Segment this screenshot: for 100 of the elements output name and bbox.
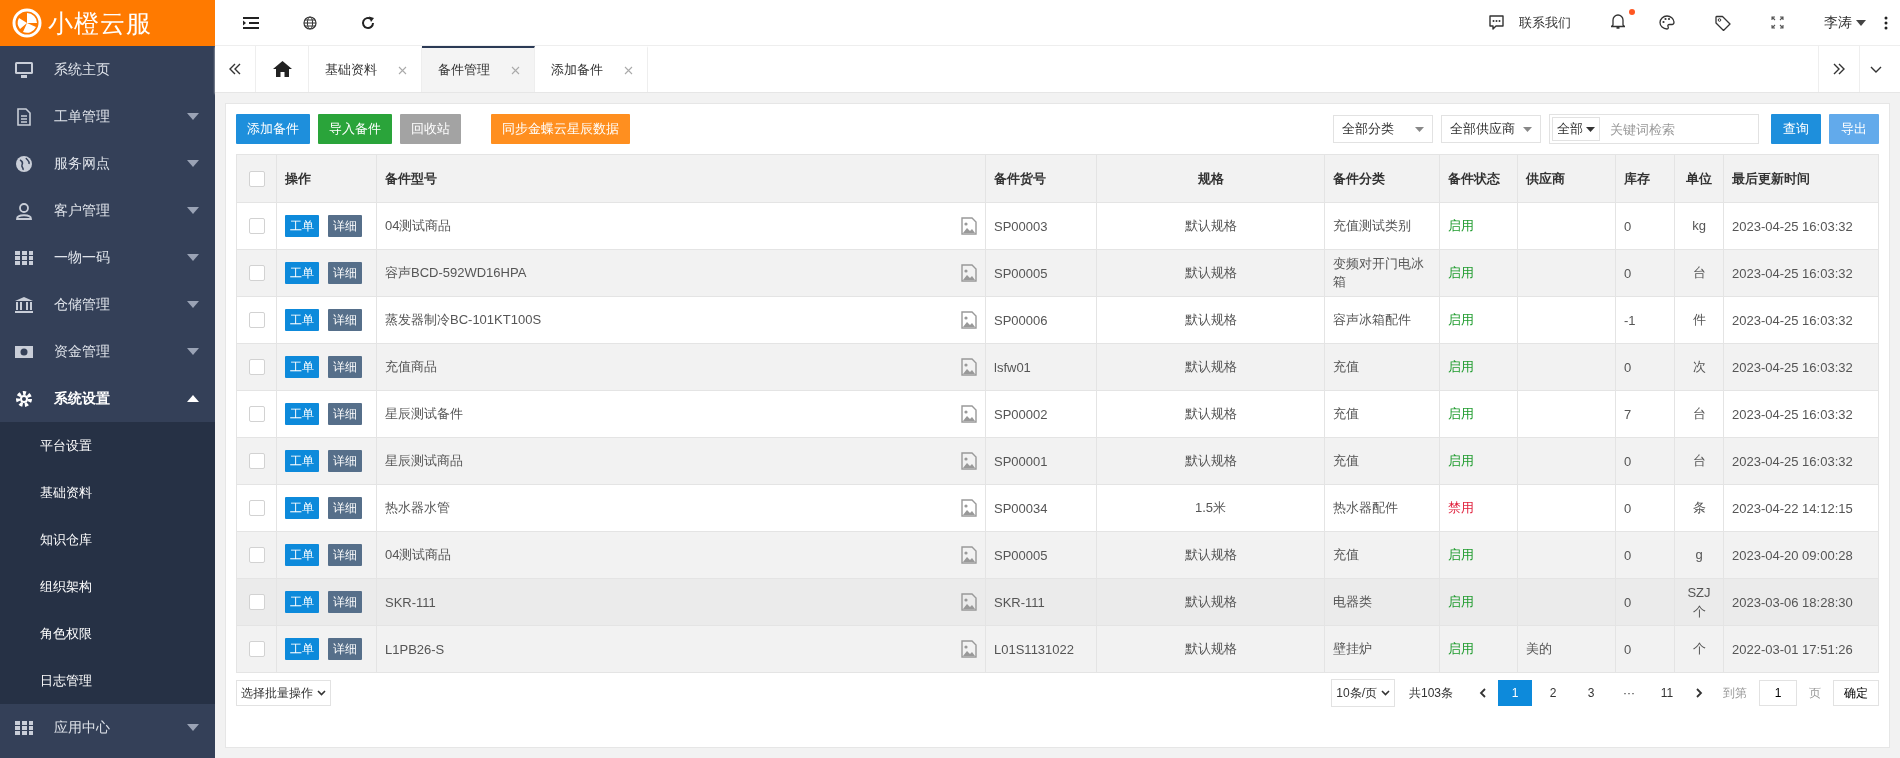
- sidebar-subitem[interactable]: 角色权限: [0, 610, 215, 657]
- table-cell: 04测试商品: [385, 546, 452, 564]
- chevron-left-icon[interactable]: [1479, 688, 1486, 698]
- confirm-button[interactable]: 确定: [1833, 680, 1879, 706]
- table-row[interactable]: 工单 详细 04测试商品 SP00003 默认规格 充值测试类别 启用 0 kg 2023-04-25 16:03:32: [236, 202, 1879, 250]
- notification-icon[interactable]: [1611, 13, 1625, 29]
- image-icon[interactable]: [961, 311, 977, 329]
- checkbox[interactable]: [248, 406, 265, 423]
- tab[interactable]: 添加备件: [535, 46, 648, 92]
- globe-icon[interactable]: [303, 15, 317, 30]
- scope-dropdown[interactable]: 全部: [1552, 117, 1600, 141]
- tab[interactable]: 备件管理: [422, 46, 535, 92]
- checkbox[interactable]: [248, 265, 265, 282]
- action-button[interactable]: 详细: [328, 497, 362, 519]
- search-field[interactable]: 全部 关键词检索: [1549, 114, 1759, 144]
- table-row[interactable]: 工单 详细 星辰测试商品 SP00001 默认规格 充值 启用 0 台 2023-04-25 16:03:32: [236, 437, 1879, 485]
- image-icon[interactable]: [961, 264, 977, 282]
- supplier-dropdown[interactable]: 全部供应商: [1441, 115, 1541, 143]
- tag-icon[interactable]: [1715, 14, 1731, 31]
- table-cell: 2023-04-22 14:12:15: [1732, 500, 1853, 516]
- action-button[interactable]: 详细: [328, 356, 362, 378]
- image-icon[interactable]: [961, 499, 977, 517]
- sidebar-item[interactable]: 系统设置: [0, 375, 215, 422]
- table-row[interactable]: 工单 详细 容声BCD-592WD16HPA SP00005 默认规格 变频对开门电冰箱 启用 0 台 2023-04-25 16:03:32: [236, 249, 1879, 297]
- action-button[interactable]: 工单: [285, 262, 319, 284]
- checkbox[interactable]: [248, 500, 265, 517]
- checkbox[interactable]: [248, 359, 265, 376]
- page-number[interactable]: 3: [1574, 680, 1608, 706]
- table-row[interactable]: 工单 详细 L1PB26-S L01S1131022 默认规格 壁挂炉 启用 美的 0 个 2022-03-01 17:51:26: [236, 625, 1879, 673]
- image-icon[interactable]: [961, 452, 977, 470]
- table-row[interactable]: 工单 详细 蒸发器制冷BC-101KT100S SP00006 默认规格 容声冰箱配件 启用 -1 件 2023-04-25 16:03:32: [236, 296, 1879, 344]
- action-button[interactable]: 工单: [285, 215, 319, 237]
- image-icon[interactable]: [961, 217, 977, 235]
- sidebar-subitem[interactable]: 基础资料: [0, 469, 215, 516]
- sidebar-item[interactable]: 应用中心: [0, 704, 215, 751]
- page-number[interactable]: 2: [1536, 680, 1570, 706]
- sidebar-item[interactable]: 系统主页: [0, 46, 215, 93]
- page-number[interactable]: 1: [1498, 680, 1532, 706]
- action-button[interactable]: 详细: [328, 638, 362, 660]
- action-button[interactable]: 详细: [328, 591, 362, 613]
- chevron-right-icon[interactable]: [1696, 688, 1703, 698]
- action-button[interactable]: 工单: [285, 638, 319, 660]
- action-button[interactable]: 工单: [285, 309, 319, 331]
- page-input[interactable]: 1: [1759, 680, 1797, 706]
- action-button[interactable]: 详细: [328, 403, 362, 425]
- action-button[interactable]: 详细: [328, 262, 362, 284]
- table-cell: 04测试商品: [385, 217, 452, 235]
- sidebar-subitem[interactable]: 平台设置: [0, 422, 215, 469]
- close-icon[interactable]: [511, 65, 520, 75]
- page-size-dropdown[interactable]: 10条/页: [1331, 679, 1395, 707]
- refresh-icon[interactable]: [361, 15, 375, 30]
- category-dropdown[interactable]: 全部分类: [1333, 115, 1433, 143]
- contact-link[interactable]: 联系我们: [1488, 13, 1571, 32]
- more-icon[interactable]: [1884, 15, 1888, 30]
- action-button[interactable]: 工单: [285, 356, 319, 378]
- action-button[interactable]: 详细: [328, 544, 362, 566]
- image-icon[interactable]: [961, 546, 977, 564]
- checkbox[interactable]: [248, 594, 265, 611]
- sidebar-item[interactable]: 资金管理: [0, 328, 215, 375]
- close-icon[interactable]: [398, 65, 407, 75]
- action-button[interactable]: 详细: [328, 450, 362, 472]
- sidebar-item[interactable]: 服务网点: [0, 140, 215, 187]
- table-cell: SP00006: [994, 312, 1048, 328]
- checkbox[interactable]: [248, 641, 265, 658]
- action-button[interactable]: 详细: [328, 309, 362, 331]
- table-row[interactable]: 工单 详细 SKR-111 SKR-111 默认规格 电器类 启用 0 SZJ个 2023-03-06 18:28:30: [236, 578, 1879, 626]
- image-icon[interactable]: [961, 640, 977, 658]
- page-number[interactable]: ···: [1612, 680, 1646, 706]
- sidebar-subitem[interactable]: 组织架构: [0, 563, 215, 610]
- sidebar-subitem[interactable]: 日志管理: [0, 657, 215, 704]
- fullscreen-icon[interactable]: [1771, 16, 1784, 29]
- checkbox[interactable]: [248, 170, 265, 187]
- sidebar-item[interactable]: 工单管理: [0, 93, 215, 140]
- checkbox[interactable]: [248, 453, 265, 470]
- image-icon[interactable]: [961, 405, 977, 423]
- image-icon[interactable]: [961, 593, 977, 611]
- close-icon[interactable]: [624, 65, 633, 75]
- action-button[interactable]: 详细: [328, 215, 362, 237]
- sidebar-subitem[interactable]: 知识仓库: [0, 516, 215, 563]
- sidebar-item[interactable]: 一物一码: [0, 234, 215, 281]
- table-row[interactable]: 工单 详细 热水器水管 SP00034 1.5米 热水器配件 禁用 0 条 2023-04-22 14:12:15: [236, 484, 1879, 532]
- table-row[interactable]: 工单 详细 充值商品 lsfw01 默认规格 充值 启用 0 次 2023-04-25 16:03:32: [236, 343, 1879, 391]
- image-icon[interactable]: [961, 358, 977, 376]
- action-button[interactable]: 工单: [285, 450, 319, 472]
- checkbox[interactable]: [248, 218, 265, 235]
- user-menu[interactable]: 李涛: [1824, 13, 1866, 32]
- menu-icon[interactable]: [243, 16, 259, 29]
- sidebar-item[interactable]: 仓储管理: [0, 281, 215, 328]
- checkbox[interactable]: [248, 547, 265, 564]
- table-row[interactable]: 工单 详细 04测试商品 SP00005 默认规格 充值 启用 0 g 2023-04-20 09:00:28: [236, 531, 1879, 579]
- palette-icon[interactable]: [1659, 15, 1675, 30]
- batch-action-dropdown[interactable]: 选择批量操作: [236, 680, 331, 706]
- page-number[interactable]: 11: [1650, 680, 1684, 706]
- action-button[interactable]: 工单: [285, 497, 319, 519]
- action-button[interactable]: 工单: [285, 544, 319, 566]
- action-button[interactable]: 工单: [285, 403, 319, 425]
- table-row[interactable]: 工单 详细 星辰测试备件 SP00002 默认规格 充值 启用 7 台 2023-04-25 16:03:32: [236, 390, 1879, 438]
- sidebar-item[interactable]: 客户管理: [0, 187, 215, 234]
- action-button[interactable]: 工单: [285, 591, 319, 613]
- checkbox[interactable]: [248, 312, 265, 329]
